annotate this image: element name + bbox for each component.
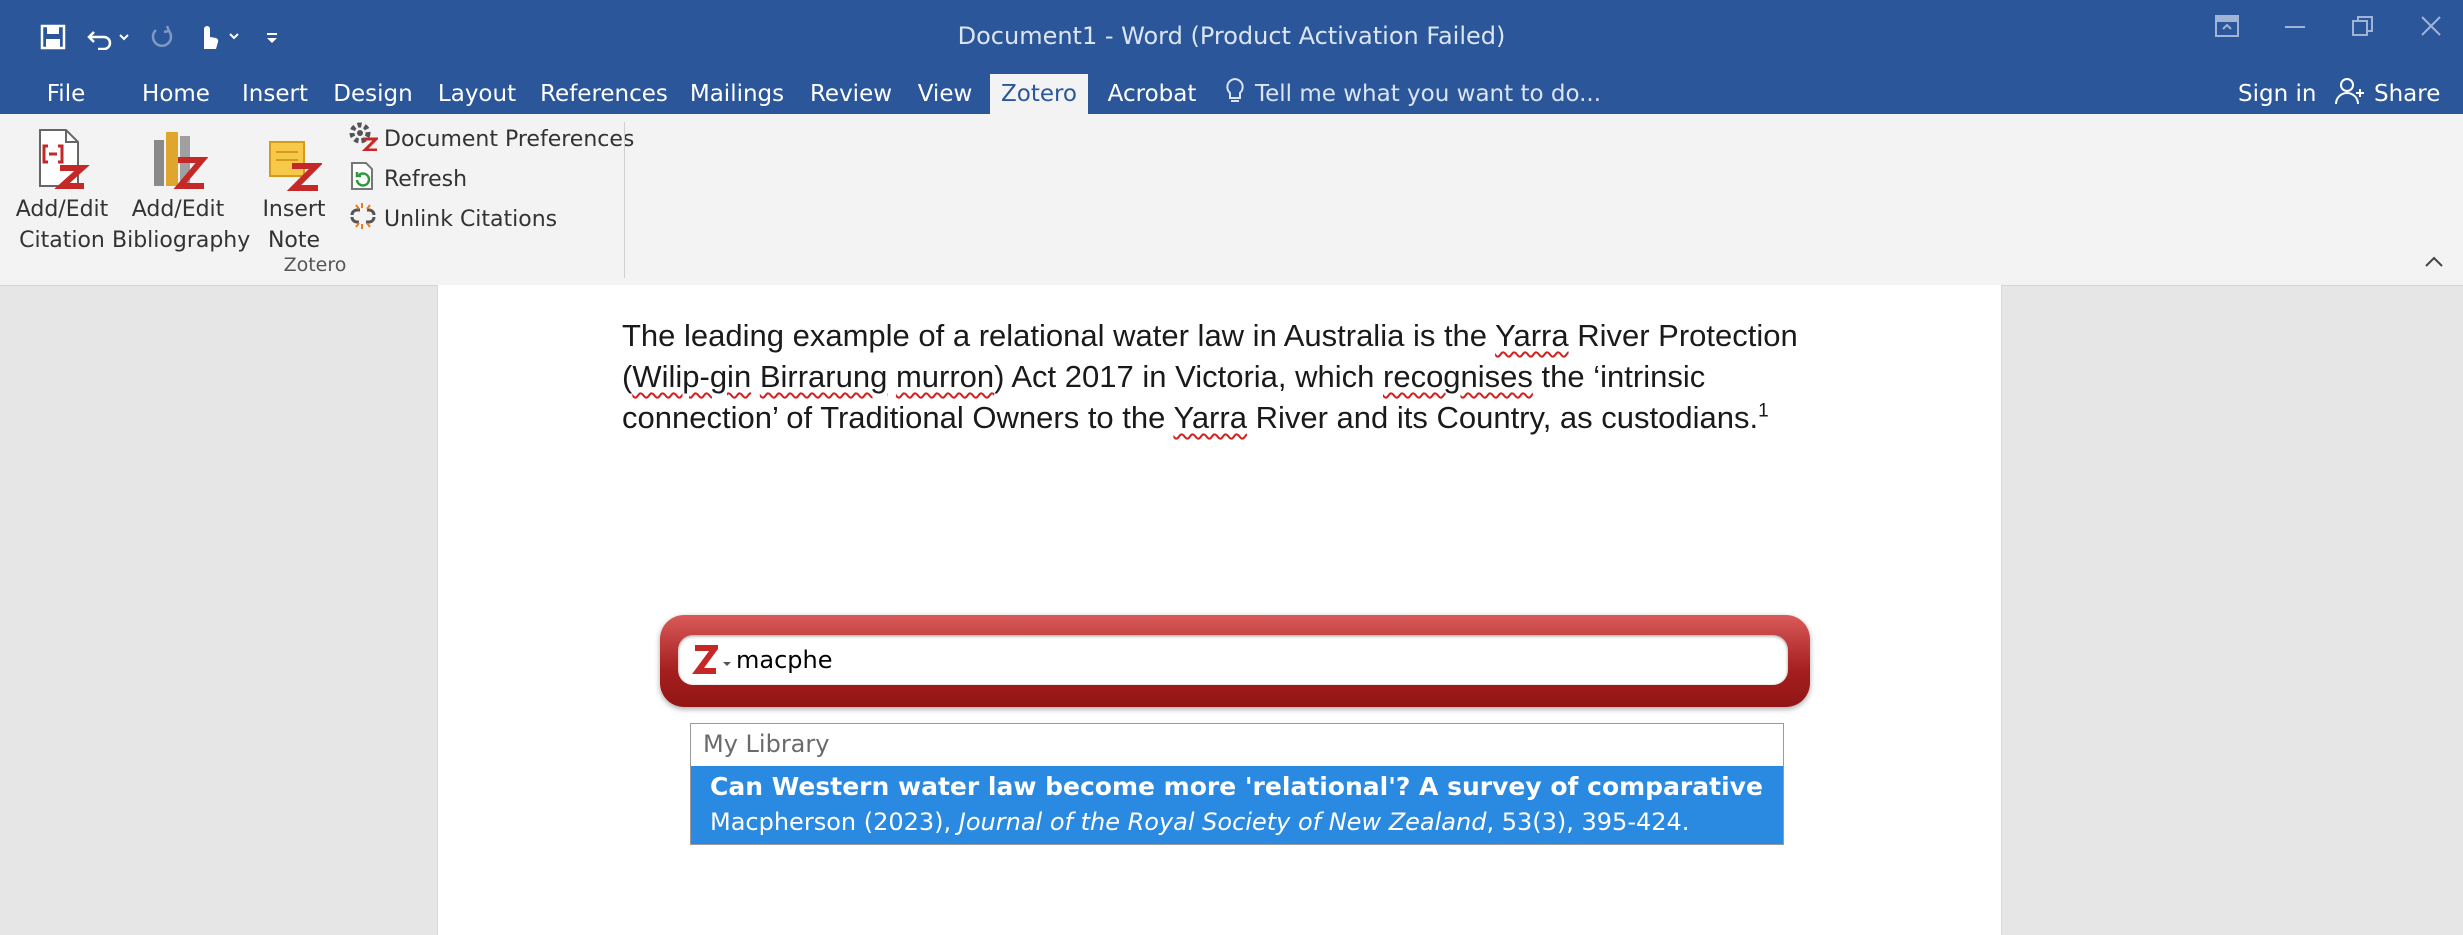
document-paragraph[interactable]: The leading example of a relational wate… <box>622 315 1842 438</box>
title-bar: Document1 - Word (Product Activation Fai… <box>0 0 2463 74</box>
zotero-search-box <box>678 635 1788 685</box>
citation-icon <box>10 124 114 192</box>
document-preferences-label: Document Preferences <box>384 126 635 152</box>
library-heading: My Library <box>691 724 1783 764</box>
tab-acrobat[interactable]: Acrobat <box>1100 74 1204 114</box>
ribbon-tabs: File Home Insert Design Layout Reference… <box>0 74 2463 114</box>
add-edit-bibliography-label-2: Bibliography <box>112 228 251 253</box>
misspelled-word[interactable]: Yarra <box>1495 318 1569 353</box>
close-icon[interactable] <box>2419 14 2443 44</box>
zotero-results-list: My Library Can Western water law become … <box>690 723 1784 845</box>
misspelled-word[interactable]: murron <box>896 359 994 394</box>
add-edit-citation-button[interactable]: Add/Edit Citation <box>10 124 114 256</box>
refresh-button[interactable]: Refresh <box>348 162 467 196</box>
add-edit-bibliography-label-1: Add/Edit <box>131 197 225 222</box>
bibliography-icon <box>112 124 244 192</box>
tab-zotero[interactable]: Zotero <box>990 74 1088 114</box>
zotero-search-input[interactable] <box>736 641 1766 679</box>
tab-file[interactable]: File <box>32 74 100 114</box>
share-label: Share <box>2374 81 2441 107</box>
tab-view[interactable]: View <box>910 74 980 114</box>
lightbulb-icon <box>1225 77 1245 111</box>
note-icon <box>254 124 334 192</box>
misspelled-word[interactable]: Wilip-gin <box>632 359 751 394</box>
sign-in-link[interactable]: Sign in <box>2238 74 2316 114</box>
restore-icon[interactable] <box>2351 14 2375 44</box>
insert-note-label-1: Insert <box>262 197 326 222</box>
add-edit-citation-label-1: Add/Edit <box>15 197 109 222</box>
ribbon-zotero: Add/Edit Citation Add/Edit Bibliography … <box>0 114 2463 286</box>
add-edit-bibliography-button[interactable]: Add/Edit Bibliography <box>112 124 251 256</box>
result-details: , 53(3), 395-424. <box>1486 808 1690 836</box>
zotero-quick-format-bar <box>660 615 1810 707</box>
unlink-citations-button[interactable]: Unlink Citations <box>348 202 557 236</box>
text-run <box>751 359 760 394</box>
collapse-ribbon-icon[interactable] <box>2423 250 2445 274</box>
tab-design[interactable]: Design <box>330 74 416 114</box>
text-run: The leading example of a relational wate… <box>622 318 1496 353</box>
tab-review[interactable]: Review <box>804 74 898 114</box>
result-item[interactable]: Can Western water law become more 'relat… <box>691 766 1783 844</box>
minimize-icon[interactable] <box>2283 14 2307 44</box>
tab-insert[interactable]: Insert <box>234 74 316 114</box>
unlink-citations-label: Unlink Citations <box>384 206 558 232</box>
share-person-icon <box>2334 76 2364 112</box>
document-preferences-button[interactable]: Document Preferences <box>348 122 634 156</box>
refresh-label: Refresh <box>384 166 468 192</box>
zotero-menu-button[interactable] <box>692 644 732 680</box>
ribbon-group-label: Zotero <box>283 254 347 276</box>
chevron-down-icon <box>722 653 732 672</box>
ribbon-group-separator <box>624 122 625 278</box>
text-run: River and its Country, as custodians. <box>1246 400 1759 435</box>
insert-note-label-2: Note <box>267 228 321 253</box>
unlink-icon <box>348 201 378 237</box>
gear-icon <box>348 121 380 157</box>
tab-mailings[interactable]: Mailings <box>684 74 790 114</box>
footnote-reference[interactable]: 1 <box>1758 401 1769 422</box>
insert-note-button[interactable]: Insert Note <box>254 124 334 256</box>
tell-me-label: Tell me what you want to do... <box>1255 81 1602 107</box>
misspelled-word[interactable]: recognises <box>1383 359 1533 394</box>
result-metadata: Macpherson (2023), Journal of the Royal … <box>710 808 1689 836</box>
add-edit-citation-label-2: Citation <box>19 228 105 253</box>
zotero-logo-icon <box>692 644 721 680</box>
result-author-year: Macpherson (2023), <box>710 808 959 836</box>
text-run: ) Act 2017 in Victoria, which <box>994 359 1383 394</box>
ribbon-display-options-icon[interactable] <box>2215 14 2239 44</box>
tab-layout[interactable]: Layout <box>432 74 522 114</box>
refresh-icon <box>348 161 378 197</box>
result-journal: Journal of the Royal Society of New Zeal… <box>958 808 1487 836</box>
result-title: Can Western water law become more 'relat… <box>710 772 1770 801</box>
misspelled-word[interactable]: Yarra <box>1173 400 1247 435</box>
share-button[interactable]: Share <box>2334 74 2440 114</box>
tab-references[interactable]: References <box>536 74 672 114</box>
window-title: Document1 - Word (Product Activation Fai… <box>957 22 1506 50</box>
tell-me-search[interactable]: Tell me what you want to do... <box>1225 74 1601 114</box>
window-controls <box>2215 14 2443 44</box>
tab-home[interactable]: Home <box>134 74 218 114</box>
text-run <box>887 359 896 394</box>
misspelled-word[interactable]: Birrarung <box>760 359 888 394</box>
